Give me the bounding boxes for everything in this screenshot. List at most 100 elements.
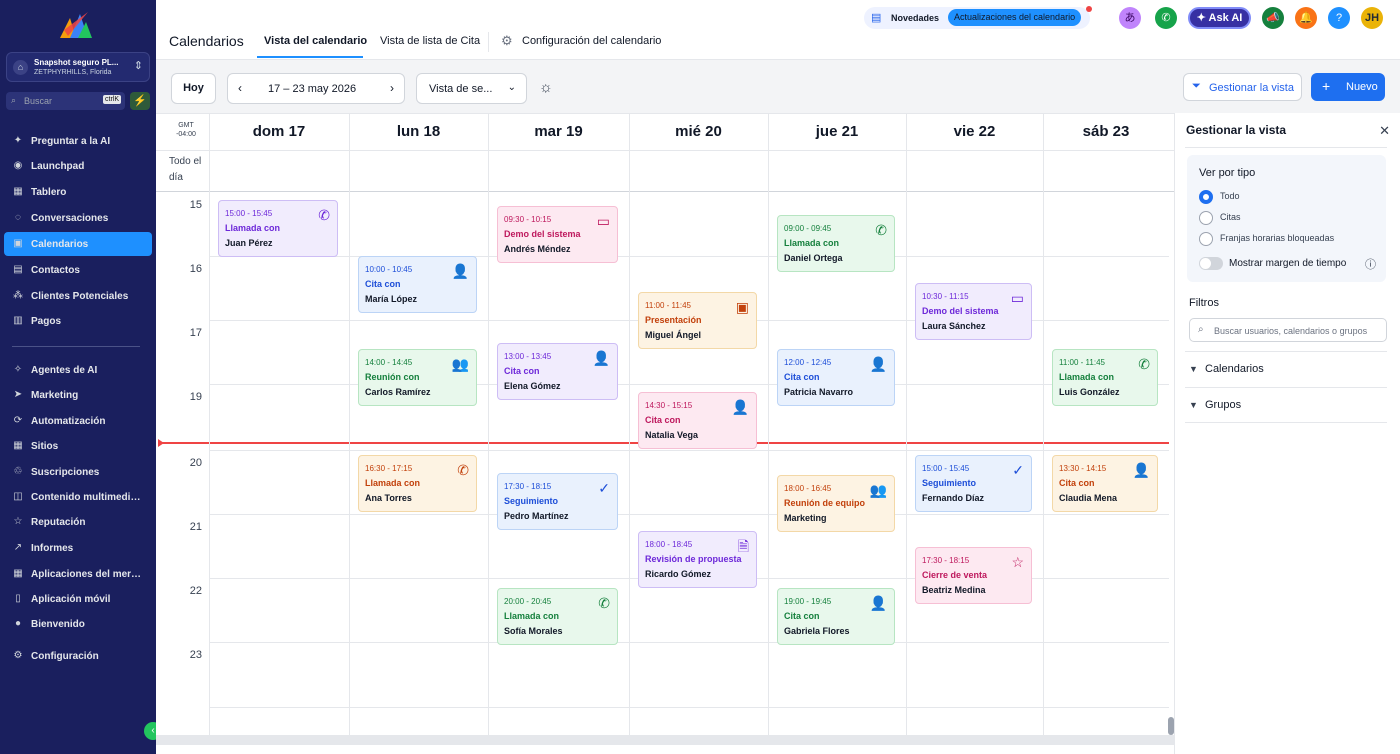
hour-label: 21 bbox=[189, 521, 202, 533]
timezone-label: GMT -04:00 bbox=[156, 121, 216, 139]
event-card[interactable]: 13:30 - 14:15 Cita con Claudia Mena 👤 bbox=[1052, 455, 1158, 512]
sidebar-item-label: Contenido multimedia ... bbox=[31, 492, 143, 503]
tab-appointment-list[interactable]: Vista de lista de Cita bbox=[380, 35, 480, 47]
sidebar-item-subscriptions[interactable]: ♲ Suscripciones bbox=[4, 460, 152, 484]
sidebar-item-rocket[interactable]: ◉ Launchpad bbox=[4, 154, 152, 178]
radio-all[interactable] bbox=[1199, 190, 1213, 204]
date-range-nav: ‹ 17 – 23 may 2026 › bbox=[227, 73, 405, 104]
event-card[interactable]: 15:00 - 15:45 Seguimiento Fernando Díaz ✓ bbox=[915, 455, 1032, 512]
day-header[interactable]: mar 19 bbox=[488, 114, 629, 150]
horizontal-scrollbar[interactable] bbox=[156, 735, 1174, 745]
event-card[interactable]: 11:00 - 11:45 Llamada con Luis González ✆ bbox=[1052, 349, 1158, 406]
sites-icon: ▦ bbox=[13, 440, 23, 451]
sidebar-item-apps[interactable]: ▦ Aplicaciones del merca... bbox=[4, 562, 152, 586]
event-card[interactable]: 12:00 - 12:45 Cita con Patricia Navarro 👤 bbox=[777, 349, 895, 406]
sidebar-item-welcome[interactable]: ● Bienvenido bbox=[4, 612, 152, 636]
sidebar-item-star[interactable]: ☆ Reputación bbox=[4, 510, 152, 534]
sidebar-search[interactable]: ⌕ Buscar ctrlK bbox=[6, 92, 125, 110]
hour-line bbox=[209, 642, 1169, 643]
event-time: 15:00 - 15:45 bbox=[225, 209, 273, 218]
day-column-divider bbox=[349, 114, 350, 744]
mobile-icon: ▯ bbox=[15, 593, 21, 604]
radio-blocked-slots[interactable] bbox=[1199, 232, 1213, 246]
event-card[interactable]: 10:30 - 11:15 Demo del sistema Laura Sánch… bbox=[915, 283, 1032, 340]
sidebar-item-mobile[interactable]: ▯ Aplicación móvil bbox=[4, 587, 152, 611]
event-card[interactable]: 16:30 - 17:15 Llamada con Ana Torres ✆ bbox=[358, 455, 477, 512]
welcome-icon: ● bbox=[14, 618, 22, 629]
event-card[interactable]: 10:00 - 10:45 Cita con María López 👤 bbox=[358, 256, 477, 313]
sidebar-item-send[interactable]: ➤ Marketing bbox=[4, 383, 152, 407]
sidebar-item-media[interactable]: ◫ Contenido multimedia ... bbox=[4, 485, 152, 509]
sidebar-item-dashboard[interactable]: ▦ Tablero bbox=[4, 180, 152, 204]
sidebar-item-ai-agent[interactable]: ✧ Agentes de AI bbox=[4, 358, 152, 382]
event-card[interactable]: 13:00 - 13:45 Cita con Elena Gómez 👤 bbox=[497, 343, 618, 400]
quick-action-bolt-icon[interactable]: ⚡ bbox=[130, 92, 150, 110]
info-icon[interactable]: ⓘ bbox=[1365, 256, 1376, 272]
event-card[interactable]: 11:00 - 11:45 Presentación Miguel Ángel ▣ bbox=[638, 292, 757, 349]
day-header[interactable]: mié 20 bbox=[629, 114, 768, 150]
phone-call-icon[interactable]: ✆ bbox=[1155, 7, 1177, 29]
radio-appointments[interactable] bbox=[1199, 211, 1213, 225]
event-card[interactable]: 09:30 - 10:15 Demo del sistema Andrés Ménd… bbox=[497, 206, 618, 263]
chevron-right-icon[interactable]: › bbox=[390, 81, 394, 95]
bell-icon[interactable]: 🔔 bbox=[1295, 7, 1317, 29]
ask-ai-button[interactable]: ✦ Ask AI bbox=[1188, 7, 1251, 29]
day-header[interactable]: vie 22 bbox=[906, 114, 1043, 150]
day-header[interactable]: jue 21 bbox=[768, 114, 906, 150]
event-card[interactable]: 15:00 - 15:45 Llamada con Juan Pérez ✆ bbox=[218, 200, 338, 257]
event-card[interactable]: 14:30 - 15:15 Cita con Natalia Vega 👤 bbox=[638, 392, 757, 449]
tab-calendar-view[interactable]: Vista del calendario bbox=[264, 35, 367, 47]
event-card[interactable]: 17:30 - 18:15 Cierre de venta Beatriz Medi… bbox=[915, 547, 1032, 604]
event-title: Seguimiento bbox=[922, 478, 977, 488]
day-header[interactable]: lun 18 bbox=[349, 114, 488, 150]
day-header[interactable]: dom 17 bbox=[209, 114, 349, 150]
chevron-down-icon: ▼ bbox=[1189, 364, 1198, 374]
contacts-icon: ▤ bbox=[13, 264, 23, 275]
help-icon[interactable]: ? bbox=[1328, 7, 1350, 29]
filter-search-input[interactable]: ⌕ Buscar usuarios, calendarios o grupos bbox=[1189, 318, 1387, 342]
news-banner[interactable]: ▤ Novedades Actualizaciones del calendar… bbox=[864, 6, 1092, 29]
accordion-groups[interactable]: ▼ Grupos bbox=[1185, 387, 1387, 423]
sidebar-item-gear[interactable]: ⚙ Configuración bbox=[4, 644, 152, 668]
event-card[interactable]: 14:00 - 14:45 Reunión con Carlos Ramírez 👥 bbox=[358, 349, 477, 406]
hour-label: 20 bbox=[189, 457, 202, 469]
hour-line bbox=[209, 450, 1169, 451]
day-header[interactable]: sáb 23 bbox=[1043, 114, 1169, 150]
event-card[interactable]: 19:00 - 19:45 Cita con Gabriela Flores 👤 bbox=[777, 588, 895, 645]
sidebar-item-chart[interactable]: ↗ Informes bbox=[4, 536, 152, 560]
megaphone-icon[interactable]: 📣 bbox=[1262, 7, 1284, 29]
sidebar-item-sites[interactable]: ▦ Sitios bbox=[4, 434, 152, 458]
sidebar-item-calendar[interactable]: ▣ Calendarios bbox=[4, 232, 152, 256]
sidebar-item-automation[interactable]: ⟳ Automatización bbox=[4, 409, 152, 433]
sun-icon[interactable]: ☼ bbox=[539, 79, 553, 96]
chevron-left-icon[interactable]: ‹ bbox=[238, 81, 242, 95]
event-subtitle: Miguel Ángel bbox=[645, 330, 701, 340]
event-card[interactable]: 20:00 - 20:45 Llamada con Sofía Morales ✆ bbox=[497, 588, 618, 645]
accordion-calendars[interactable]: ▼ Calendarios bbox=[1185, 351, 1387, 387]
avatar[interactable]: JH bbox=[1361, 7, 1383, 29]
news-pill[interactable]: Actualizaciones del calendario bbox=[948, 9, 1082, 26]
time-margin-toggle[interactable] bbox=[1199, 257, 1223, 270]
sidebar-item-chat[interactable]: ◌ Conversaciones bbox=[4, 206, 152, 230]
sidebar-item-leads[interactable]: ⁂ Clientes Potenciales bbox=[4, 284, 152, 308]
sidebar-item-payments[interactable]: ▥ Pagos bbox=[4, 309, 152, 333]
account-switcher[interactable]: ⌂ Snapshot seguro PL... ZETPHYRHILLS, Fl… bbox=[6, 52, 150, 82]
event-card[interactable]: 09:00 - 09:45 Llamada con Daniel Ortega ✆ bbox=[777, 215, 895, 272]
sidebar-item-label: Reputación bbox=[31, 517, 86, 528]
event-card[interactable]: 18:00 - 16:45 Reunión de equipo Marketing 👥 bbox=[777, 475, 895, 532]
new-button[interactable]: + Nuevo bbox=[1311, 73, 1385, 101]
event-title: Presentación bbox=[645, 315, 702, 325]
event-card[interactable]: 17:30 - 18:15 Seguimiento Pedro Martínez ✓ bbox=[497, 473, 618, 530]
manage-view-button[interactable]: ⏷ Gestionar la vista bbox=[1183, 73, 1302, 101]
translate-icon[interactable]: あ bbox=[1119, 7, 1141, 29]
event-card[interactable]: 18:00 - 18:45 Revisión de propuesta Ricard… bbox=[638, 531, 757, 588]
view-select[interactable]: Vista de se... ⌄ bbox=[416, 73, 527, 104]
tab-calendar-settings[interactable]: Configuración del calendario bbox=[522, 35, 661, 47]
today-button[interactable]: Hoy bbox=[171, 73, 216, 104]
close-icon[interactable]: ✕ bbox=[1379, 123, 1390, 139]
sidebar-item-contacts[interactable]: ▤ Contactos bbox=[4, 258, 152, 282]
chevron-down-icon: ⌄ bbox=[507, 82, 516, 93]
app-logo[interactable] bbox=[58, 8, 94, 40]
sidebar-item-sparkle[interactable]: ✦ Preguntar a la AI bbox=[4, 129, 152, 153]
user-icon: 👤 bbox=[451, 263, 469, 279]
